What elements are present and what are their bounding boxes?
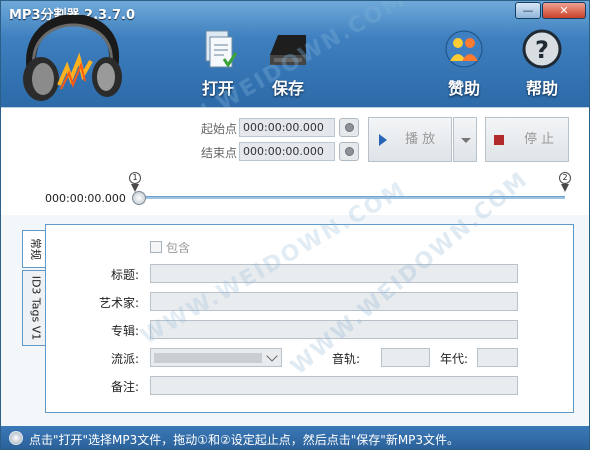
comment-field[interactable] <box>150 376 518 395</box>
start-point-field[interactable]: 000:00:00.000 <box>239 118 335 137</box>
stop-icon <box>494 135 504 145</box>
title-field[interactable] <box>150 264 518 283</box>
start-marker-handle[interactable]: 1 <box>129 172 143 192</box>
help-label: 帮助 <box>525 79 558 98</box>
play-button[interactable]: 播 放 <box>368 117 452 162</box>
header-toolbar: MP3分割器 2.3.7.0 — ✕ 打开 保存 赞助 ? 帮助 WWW.WEI… <box>1 1 589 160</box>
end-point-label: 结束点 <box>200 146 237 160</box>
donate-label: 赞助 <box>447 79 480 98</box>
stop-label: 停 止 <box>524 132 555 147</box>
document-icon <box>205 30 238 68</box>
comment-label: 备注: <box>110 380 139 394</box>
close-button[interactable]: ✕ <box>542 2 586 19</box>
question-icon: ? <box>522 29 562 69</box>
marker-pointer-icon <box>561 184 569 192</box>
play-icon <box>379 134 387 146</box>
record-icon <box>345 123 354 132</box>
genre-label: 流派: <box>110 352 139 366</box>
chevron-down-icon <box>266 350 278 362</box>
people-icon <box>445 30 483 68</box>
play-dropdown-button[interactable] <box>453 117 477 162</box>
end-point-field[interactable]: 000:00:00.000 <box>239 142 335 161</box>
artist-label: 艺术家: <box>98 296 139 310</box>
chevron-down-icon <box>461 138 471 143</box>
status-text: 点击"打开"选择MP3文件，拖动①和②设定起止点，然后点击"保存"新MP3文件。 <box>29 433 460 447</box>
set-start-button[interactable] <box>339 118 359 137</box>
stop-button[interactable]: 停 止 <box>485 117 569 162</box>
play-label: 播 放 <box>405 132 436 147</box>
title-label: 标题: <box>110 268 139 282</box>
tab-general-label: 常规 <box>29 238 42 260</box>
headphones-icon <box>23 15 122 101</box>
position-time: 000:00:00.000 <box>45 192 126 205</box>
status-bar: 点击"打开"选择MP3文件，拖动①和②设定起止点，然后点击"保存"新MP3文件。 <box>1 426 589 449</box>
record-icon <box>345 147 354 156</box>
start-marker-number: 1 <box>129 172 141 184</box>
info-icon <box>9 431 23 445</box>
svg-text:?: ? <box>535 36 549 64</box>
album-label: 专辑: <box>110 324 139 338</box>
year-field[interactable] <box>477 348 518 367</box>
tab-id3-tags[interactable]: ID3 Tags V1 <box>22 270 46 346</box>
start-point-label: 起始点 <box>200 122 237 136</box>
genre-value <box>154 353 262 363</box>
tab-general[interactable]: 常规 <box>22 230 46 268</box>
tab-id3-label: ID3 Tags V1 <box>29 275 43 341</box>
app-window: MP3分割器 2.3.7.0 — ✕ 打开 保存 赞助 ? 帮助 WWW.WEI… <box>0 0 590 450</box>
end-marker-number: 2 <box>559 172 571 184</box>
set-end-button[interactable] <box>339 142 359 161</box>
donate-button[interactable]: 赞助 <box>431 29 497 103</box>
genre-select[interactable] <box>150 348 282 367</box>
year-label: 年代: <box>439 352 468 366</box>
end-marker-handle[interactable]: 2 <box>559 172 573 192</box>
include-checkbox[interactable] <box>150 241 162 253</box>
minimize-button[interactable]: — <box>515 2 541 19</box>
help-button[interactable]: ? 帮助 <box>509 29 575 103</box>
seek-thumb[interactable] <box>132 191 146 205</box>
include-label: 包含 <box>166 241 191 255</box>
